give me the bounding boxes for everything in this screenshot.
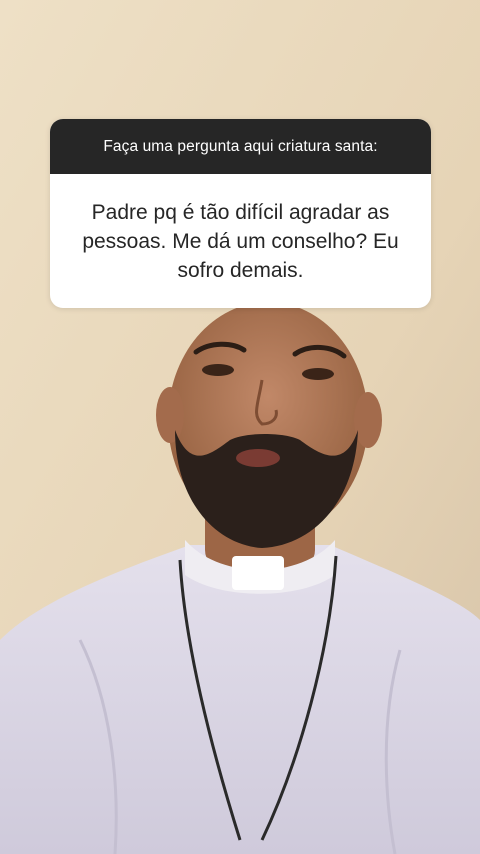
eye bbox=[202, 364, 234, 376]
eye bbox=[302, 368, 334, 380]
mouth bbox=[236, 449, 280, 467]
question-text: Padre pq é tão difícil agradar as pessoa… bbox=[82, 200, 399, 282]
story-frame: Faça uma pergunta aqui criatura santa: P… bbox=[0, 0, 480, 854]
question-sticker[interactable]: Faça uma pergunta aqui criatura santa: P… bbox=[50, 119, 431, 308]
ear bbox=[156, 387, 184, 443]
ear bbox=[354, 392, 382, 448]
question-sticker-header: Faça uma pergunta aqui criatura santa: bbox=[50, 119, 431, 174]
collar-tab bbox=[232, 556, 284, 590]
